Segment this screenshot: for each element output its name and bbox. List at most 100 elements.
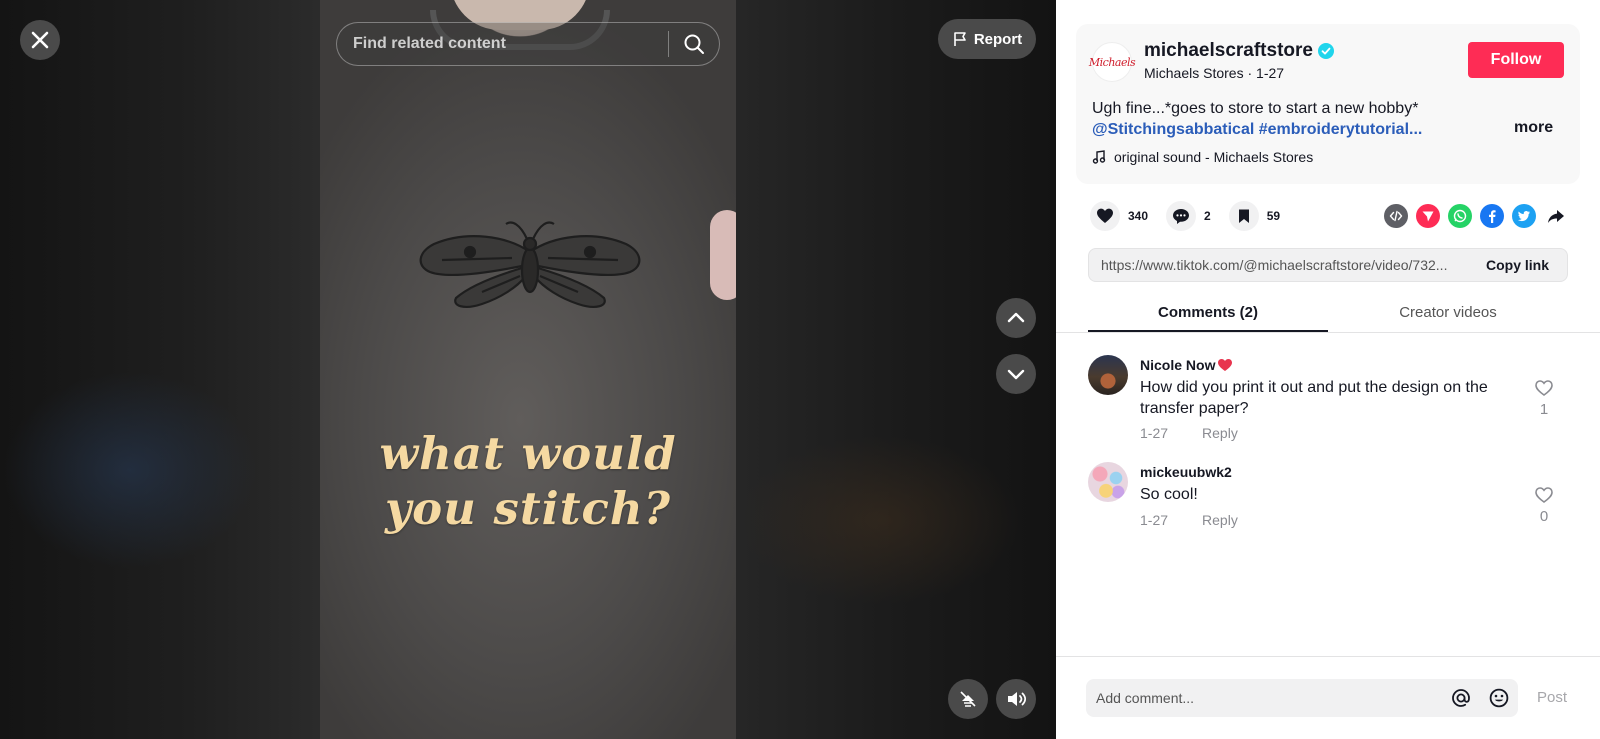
reply-button[interactable]: Reply [1202, 512, 1238, 528]
flag-icon [954, 32, 966, 46]
post-comment-button[interactable]: Post [1537, 689, 1567, 706]
volume-button[interactable] [996, 679, 1036, 719]
commenter-avatar[interactable] [1088, 462, 1128, 502]
related-search-box [336, 22, 720, 66]
comment-date: 1-27 [1140, 512, 1169, 528]
copy-link-button[interactable]: Copy link [1478, 257, 1567, 273]
sound-label: original sound - Michaels Stores [1114, 149, 1314, 165]
facebook-icon[interactable] [1480, 204, 1504, 228]
floating-player-icon [960, 691, 976, 707]
emoji-button[interactable] [1480, 679, 1518, 717]
comment-like-button[interactable]: 0 [1524, 486, 1564, 525]
video-link-box: https://www.tiktok.com/@michaelscraftsto… [1088, 248, 1568, 282]
follow-button[interactable]: Follow [1468, 42, 1564, 78]
tab-comments[interactable]: Comments (2) [1088, 298, 1328, 332]
panel-tabs: Comments (2) Creator videos [1088, 298, 1568, 332]
heart-outline-icon [1535, 487, 1553, 503]
commenter-avatar[interactable] [1088, 355, 1128, 395]
creator-avatar[interactable]: Michaels [1088, 42, 1136, 82]
comment-like-count: 0 [1539, 508, 1549, 525]
video-caption: Ugh fine...*goes to store to start a new… [1092, 98, 1492, 140]
hashtag-link[interactable]: #embroiderytutorial... [1259, 121, 1423, 138]
search-icon [684, 34, 704, 54]
search-button[interactable] [669, 23, 719, 65]
close-icon [31, 31, 49, 49]
video-info-card: Michaels michaelscraftstore Michaels Sto… [1076, 24, 1580, 184]
video-player-area: what would you stitch? Report [0, 0, 1056, 739]
red-heart-icon [1218, 359, 1233, 371]
save-icon-circle [1228, 201, 1259, 231]
music-note-icon [1092, 150, 1106, 164]
video-frame[interactable]: what would you stitch? [320, 0, 736, 739]
comment-like-count: 1 [1539, 401, 1549, 418]
comment-composer [1086, 679, 1518, 717]
commenter-username[interactable]: mickeuubwk2 [1140, 464, 1232, 480]
comment-icon-circle [1166, 201, 1197, 231]
engagement-bar: 340 2 59 [1090, 201, 1298, 231]
creator-username[interactable]: michaelscraftstore [1144, 40, 1334, 62]
heart-icon [1097, 208, 1113, 223]
creator-logo-text: Michaels [1088, 55, 1136, 69]
creator-subline: Michaels Stores · 1-27 [1144, 65, 1285, 81]
like-icon-circle [1090, 201, 1120, 231]
floating-player-button[interactable] [948, 679, 988, 719]
chevron-down-icon [1007, 369, 1025, 380]
commenter-username[interactable]: Nicole Now [1140, 357, 1233, 373]
comment-date: 1-27 [1140, 425, 1169, 441]
moth-embroidery-graphic [419, 221, 641, 308]
more-button[interactable]: more [1514, 119, 1553, 137]
comment-bubble-icon [1173, 209, 1190, 224]
add-comment-input[interactable] [1086, 679, 1442, 717]
at-sign-icon [1452, 689, 1470, 707]
save-button[interactable]: 59 [1228, 201, 1281, 231]
creator-username-text: michaelscraftstore [1144, 40, 1313, 61]
volume-icon [1008, 692, 1027, 706]
related-search-input[interactable] [337, 23, 668, 65]
reply-button[interactable]: Reply [1202, 425, 1238, 441]
commenter-username-text: Nicole Now [1140, 357, 1216, 373]
comment-text: So cool! [1140, 486, 1198, 503]
video-link-text[interactable]: https://www.tiktok.com/@michaelscraftsto… [1089, 257, 1478, 273]
mention-button[interactable] [1442, 679, 1480, 717]
caption-tags: @Stitchingsabbatical #embroiderytutorial… [1092, 119, 1492, 140]
comment-text: How did you print it out and put the des… [1140, 379, 1488, 417]
verified-badge-icon [1317, 43, 1334, 59]
comment-like-button[interactable]: 1 [1524, 379, 1564, 418]
close-button[interactable] [20, 20, 60, 60]
comment-meta: 1-27 Reply [1140, 512, 1238, 528]
mention-link[interactable]: @Stitchingsabbatical [1092, 121, 1254, 138]
sound-link[interactable]: original sound - Michaels Stores [1092, 149, 1313, 165]
comment-count: 2 [1204, 209, 1211, 223]
save-count: 59 [1266, 209, 1281, 223]
share-arrow-icon[interactable] [1544, 204, 1568, 228]
emoji-icon [1489, 688, 1509, 708]
video-hand-shape [710, 210, 736, 300]
like-button[interactable]: 340 [1090, 201, 1148, 231]
composer-divider [1056, 656, 1600, 657]
overlay-line-2: you stitch? [384, 482, 672, 535]
embed-icon[interactable] [1384, 204, 1408, 228]
tabs-divider [1056, 332, 1600, 333]
comment-item: mickeuubwk2 So cool! 1-27 Reply 0 [1088, 462, 1568, 532]
overlay-line-1: what would [379, 427, 677, 480]
send-to-friends-icon[interactable] [1416, 204, 1440, 228]
previous-video-button[interactable] [996, 298, 1036, 338]
twitter-icon[interactable] [1512, 204, 1536, 228]
video-overlay-caption: what would you stitch? [320, 426, 736, 536]
tab-creator-videos[interactable]: Creator videos [1328, 298, 1568, 332]
report-button[interactable]: Report [938, 19, 1036, 59]
comment-item: Nicole Now How did you print it out and … [1088, 355, 1568, 445]
next-video-button[interactable] [996, 354, 1036, 394]
share-bar [1384, 204, 1568, 228]
like-count: 340 [1128, 209, 1149, 223]
commenter-username-text: mickeuubwk2 [1140, 464, 1232, 480]
heart-outline-icon [1535, 380, 1553, 396]
comment-button[interactable]: 2 [1166, 201, 1211, 231]
chevron-up-icon [1007, 312, 1025, 323]
whatsapp-icon[interactable] [1448, 204, 1472, 228]
comment-meta: 1-27 Reply [1140, 425, 1238, 441]
report-label: Report [973, 30, 1023, 48]
details-panel: Michaels michaelscraftstore Michaels Sto… [1056, 0, 1600, 739]
caption-text: Ugh fine...*goes to store to start a new… [1092, 100, 1419, 117]
bookmark-icon [1238, 209, 1249, 223]
